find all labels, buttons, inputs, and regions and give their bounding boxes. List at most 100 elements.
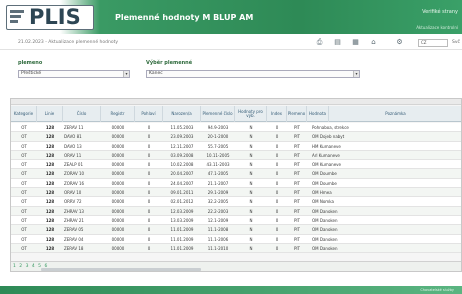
horizontal-scrollbar[interactable] <box>41 268 201 271</box>
results-grid: Kategorie Linie Číslo Registr Pohlaví Narozen… <box>10 98 462 272</box>
plemeno-label: plemeno <box>18 60 43 66</box>
table-cell: 11.01.2009 <box>170 245 194 251</box>
table-cell: 0 <box>147 152 151 158</box>
table-cell: 128 <box>45 217 55 223</box>
typ-label: Výběr plemenné <box>146 60 193 66</box>
table-row[interactable]: OT 128 ZERAV 18 00000 0 11.01.2009 11.1-2010 N 0… <box>11 243 461 254</box>
logo-text: PLIS <box>29 5 81 29</box>
column-header[interactable]: Linie <box>37 106 63 122</box>
table-cell: OT <box>21 152 27 158</box>
column-header[interactable]: Poznámka <box>329 106 461 122</box>
table-cell: Arl Kumaneve <box>312 152 340 158</box>
table-cell: 128 <box>45 125 55 130</box>
table-cell: OM Danoken <box>312 245 338 251</box>
table-row[interactable]: OT 128 ORRV 72 00000 0 02.01.2012 32.2-2005 N 0 P… <box>11 197 461 207</box>
home-icon[interactable]: ⌂ <box>370 39 377 46</box>
table-cell: 11.01.2009 <box>170 227 194 233</box>
table-cell: N <box>249 171 253 177</box>
export-icon[interactable]: ▤ <box>334 39 341 46</box>
table-cell: OT <box>21 217 27 223</box>
table-cell: 128 <box>45 143 55 149</box>
column-header[interactable]: Pohlaví <box>135 106 163 122</box>
header-sub-link[interactable]: Aktualizace kontrolní <box>416 25 458 30</box>
filter-panel: plemeno Přeštické ▾ Výběr plemenné Kanec… <box>18 58 458 88</box>
table-cell: 0 <box>147 125 151 130</box>
plemeno-select[interactable]: Přeštické ▾ <box>18 70 130 78</box>
table-cell: N <box>249 217 253 223</box>
table-cell: PIT <box>293 245 301 251</box>
table-cell: 94.9-2003 <box>207 125 229 130</box>
table-cell: DAVO 81 <box>64 134 82 140</box>
table-row[interactable]: OT 128 ZERAV 11 00000 0 11.05.2003 94.9-2003 N 0… <box>11 123 461 133</box>
table-cell: ZERAV 05 <box>64 227 84 233</box>
table-cell: N <box>249 162 253 168</box>
table-cell: 20.04.2007 <box>170 171 194 177</box>
table-cell: 23.09.2003 <box>170 134 194 140</box>
table-cell: ORAV 11 <box>64 152 82 158</box>
table-cell: 128 <box>45 162 55 168</box>
table-cell: 00000 <box>111 227 125 233</box>
table-cell: OM Doumbe <box>312 171 337 177</box>
column-header[interactable]: Registr <box>101 106 135 122</box>
filter-icon[interactable]: ▦ <box>352 39 359 46</box>
table-cell: 43.11-2003 <box>206 162 230 168</box>
column-header[interactable]: Hodnota <box>307 106 329 122</box>
table-cell: 11.01.2009 <box>170 236 194 242</box>
table-cell: PIT <box>293 171 301 177</box>
table-cell: 128 <box>45 152 55 158</box>
table-cell: 0 <box>275 180 279 186</box>
update-info: 21.02.2023 - Aktualizace plemenné hodnot… <box>18 40 119 45</box>
table-cell: OT <box>21 236 27 242</box>
column-header[interactable]: Kategorie <box>11 106 37 122</box>
table-row[interactable]: OT 128 DAVO 81 00000 0 23.09.2003 20-1-2000 N 0 P… <box>11 132 461 142</box>
chevron-down-icon[interactable]: ▾ <box>353 71 359 77</box>
table-cell: 0 <box>275 199 279 205</box>
table-cell: 00000 <box>111 134 125 140</box>
language-select[interactable]: CZ <box>418 39 448 47</box>
plis-logo[interactable]: PLIS <box>6 5 94 30</box>
user-label[interactable]: Svč <box>452 40 460 45</box>
grid-body: OT 128 ZERAV 11 00000 0 11.05.2003 94.9-2003 N 0… <box>11 123 461 254</box>
table-cell: N <box>249 180 253 186</box>
table-cell: OT <box>21 162 27 168</box>
table-row[interactable]: OT 128 ORAV 10 00000 0 09.01.2011 29.1-2009 N 0 P… <box>11 188 461 198</box>
table-row[interactable]: OT 128 ZEALP 01 00000 0 10.02.2008 43.11-2003 N… <box>11 160 461 170</box>
typ-select[interactable]: Kanec ▾ <box>146 70 360 78</box>
table-cell: ZERAV 11 <box>64 125 84 130</box>
logo-mark <box>7 6 29 29</box>
table-row[interactable]: OT 128 ZORAV 10 00000 0 20.04.2007 47.1-2005 N 0… <box>11 169 461 179</box>
table-row[interactable]: OT 128 ZORAV 16 00000 0 24.04.2007 21.1-2007 N 0… <box>11 178 461 189</box>
settings-icon[interactable]: ⚙ <box>396 39 403 46</box>
table-cell: 22.2-2003 <box>207 208 229 214</box>
table-row[interactable]: OT 128 DAVO 13 00000 0 12.11.2007 55.7-2005 N 0 P… <box>11 141 461 151</box>
column-header[interactable]: Hodnoty pro výb. <box>235 106 267 122</box>
table-cell: 128 <box>45 245 55 251</box>
table-row[interactable]: OT 128 ZHRAV 13 00000 0 12.03.2009 22.2-2003 N 0… <box>11 206 461 216</box>
table-cell: HM Kumaneve <box>312 143 341 149</box>
print-icon[interactable]: ⎙ <box>316 39 323 46</box>
table-cell: 128 <box>45 199 55 205</box>
header-link[interactable]: Verifiké strany <box>422 9 458 15</box>
column-header[interactable]: Plemenné číslo <box>201 106 235 122</box>
table-row[interactable]: OT 128 ZHRAV 21 00000 0 13.03.2009 12.1-2009 N 0… <box>11 215 461 226</box>
chevron-down-icon[interactable]: ▾ <box>123 71 129 77</box>
table-cell: 00000 <box>111 143 125 149</box>
column-header[interactable]: Číslo <box>63 106 101 122</box>
table-cell: 0 <box>147 134 151 140</box>
table-cell: 20-1-2000 <box>207 134 229 140</box>
table-cell: PIT <box>293 217 301 223</box>
table-cell: 0 <box>147 199 151 205</box>
table-cell: 10.11-2005 <box>206 152 230 158</box>
table-row[interactable]: OT 128 ORAV 11 00000 0 03.09.2008 10.11-2005 N 0… <box>11 150 461 161</box>
table-cell: 13.03.2009 <box>170 217 194 223</box>
table-row[interactable]: OT 128 ZERAV 05 00000 0 11.01.2009 11.1-2008 N 0… <box>11 225 461 235</box>
column-header[interactable]: Index <box>267 106 287 122</box>
table-cell: OM Danoken <box>312 236 338 242</box>
column-header[interactable]: Plemeno <box>287 106 307 122</box>
column-header[interactable]: Narozen/a <box>163 106 201 122</box>
table-cell: OM Doumbe <box>312 180 337 186</box>
table-cell: OT <box>21 125 27 130</box>
table-cell: 0 <box>275 227 279 233</box>
table-cell: ZORAV 10 <box>64 171 85 177</box>
table-row[interactable]: OT 128 ZERAV 04 00000 0 11.01.2009 11.1-2006 N 0… <box>11 234 461 244</box>
